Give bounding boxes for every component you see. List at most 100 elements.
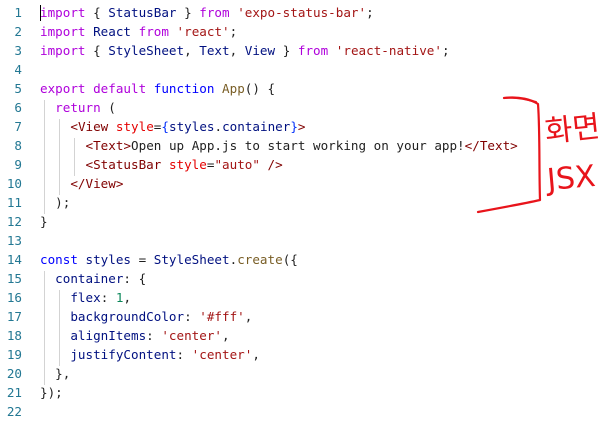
- code-text: return (: [40, 98, 116, 117]
- code-text: export default function App() {: [40, 79, 275, 98]
- code-text: import { StatusBar } from 'expo-status-b…: [40, 3, 374, 22]
- code-token: justifyContent: [70, 347, 177, 362]
- code-token: create: [237, 252, 283, 267]
- code-text: <Text>Open up App.js to start working on…: [40, 136, 518, 155]
- code-token: from: [297, 43, 329, 58]
- code-token: {: [85, 5, 109, 20]
- code-text: );: [40, 193, 70, 212]
- code-line[interactable]: 21});: [0, 383, 611, 402]
- annotation-text: 화면 JSX: [543, 109, 602, 198]
- code-token: Text: [93, 138, 124, 153]
- line-number: 8: [14, 138, 22, 153]
- code-token: ;: [441, 43, 450, 58]
- code-token: (: [100, 100, 116, 115]
- line-number: 15: [6, 271, 22, 286]
- code-token: .: [214, 119, 223, 134]
- line-number: 4: [14, 62, 22, 77]
- code-token: App: [222, 81, 245, 96]
- code-token: ;: [229, 24, 238, 39]
- code-token: container: [222, 119, 291, 134]
- code-token: View: [244, 43, 276, 58]
- code-text: }: [40, 212, 48, 231]
- code-token: () {: [244, 81, 276, 96]
- line-number: 11: [6, 195, 22, 210]
- code-token: StatusBar: [93, 157, 162, 172]
- code-token: backgroundColor: [70, 309, 185, 324]
- code-token: ;: [366, 5, 374, 20]
- code-token: <: [70, 119, 78, 134]
- code-token: <: [85, 138, 94, 153]
- code-token: View: [77, 119, 109, 134]
- code-text: </View>: [40, 174, 123, 193]
- code-token: 'expo-status-bar': [237, 5, 367, 20]
- code-token: default: [93, 81, 147, 96]
- line-number: 14: [6, 252, 22, 267]
- code-token: StatusBar: [108, 5, 177, 20]
- code-line[interactable]: 2 import React from 'react';: [0, 22, 611, 41]
- code-line[interactable]: 20 },: [0, 364, 611, 383]
- code-text: const styles = StyleSheet.create({: [40, 250, 298, 269]
- code-text: alignItems: 'center',: [40, 326, 229, 345]
- code-token: :: [146, 328, 162, 343]
- line-number: 2: [14, 24, 22, 39]
- code-token: );: [40, 195, 71, 210]
- line-number: 16: [6, 290, 22, 305]
- code-line[interactable]: 1 import { StatusBar } from 'expo-status-…: [0, 3, 611, 22]
- code-token: return: [55, 100, 101, 115]
- code-token: StyleSheet: [108, 43, 185, 58]
- code-token: styles: [168, 119, 215, 134]
- code-token: }: [275, 43, 298, 58]
- code-token: 'react': [176, 24, 230, 39]
- code-token: const: [40, 252, 78, 267]
- code-token: </: [70, 176, 86, 191]
- line-number: 1: [14, 5, 22, 20]
- code-token: <: [85, 157, 94, 172]
- code-line[interactable]: 15 container: {: [0, 269, 611, 288]
- line-number: 17: [6, 309, 22, 324]
- code-line[interactable]: 22: [0, 402, 611, 421]
- code-text: <View style={styles.container}>: [40, 117, 305, 136]
- line-number: 21: [6, 385, 22, 400]
- code-token: View: [85, 176, 116, 191]
- code-text: flex: 1,: [40, 288, 131, 307]
- line-number: 9: [14, 157, 22, 172]
- code-line[interactable]: 14 const styles = StyleSheet.create({: [0, 250, 611, 269]
- code-line[interactable]: 17 backgroundColor: '#fff',: [0, 307, 611, 326]
- code-line[interactable]: 16 flex: 1,: [0, 288, 611, 307]
- code-token: 'center': [191, 347, 253, 362]
- code-token: >: [123, 138, 132, 153]
- code-text: import { StyleSheet, Text, View } from '…: [40, 41, 450, 60]
- code-token: from: [199, 5, 230, 20]
- code-token: }: [176, 5, 200, 20]
- line-number: 3: [14, 43, 22, 58]
- code-text: backgroundColor: '#fff',: [40, 307, 252, 326]
- code-token: flex: [70, 290, 101, 305]
- code-token: '#fff': [199, 309, 245, 324]
- code-text: <StatusBar style="auto" />: [40, 155, 283, 174]
- code-text: });: [40, 383, 63, 402]
- code-line[interactable]: 13: [0, 231, 611, 250]
- code-token: Open up App.js to start working on your …: [131, 138, 465, 153]
- code-token: function: [153, 81, 215, 96]
- code-token: 'react-native': [335, 43, 442, 58]
- code-token: React: [93, 24, 132, 39]
- code-line[interactable]: 19 justifyContent: 'center',: [0, 345, 611, 364]
- code-text: import React from 'react';: [40, 22, 237, 41]
- code-token: export: [40, 81, 86, 96]
- code-line[interactable]: 3 import { StyleSheet, Text, View } from …: [0, 41, 611, 60]
- code-token: alignItems: [70, 328, 147, 343]
- code-line[interactable]: 18 alignItems: 'center',: [0, 326, 611, 345]
- code-token: }: [290, 119, 298, 134]
- code-line[interactable]: 4: [0, 60, 611, 79]
